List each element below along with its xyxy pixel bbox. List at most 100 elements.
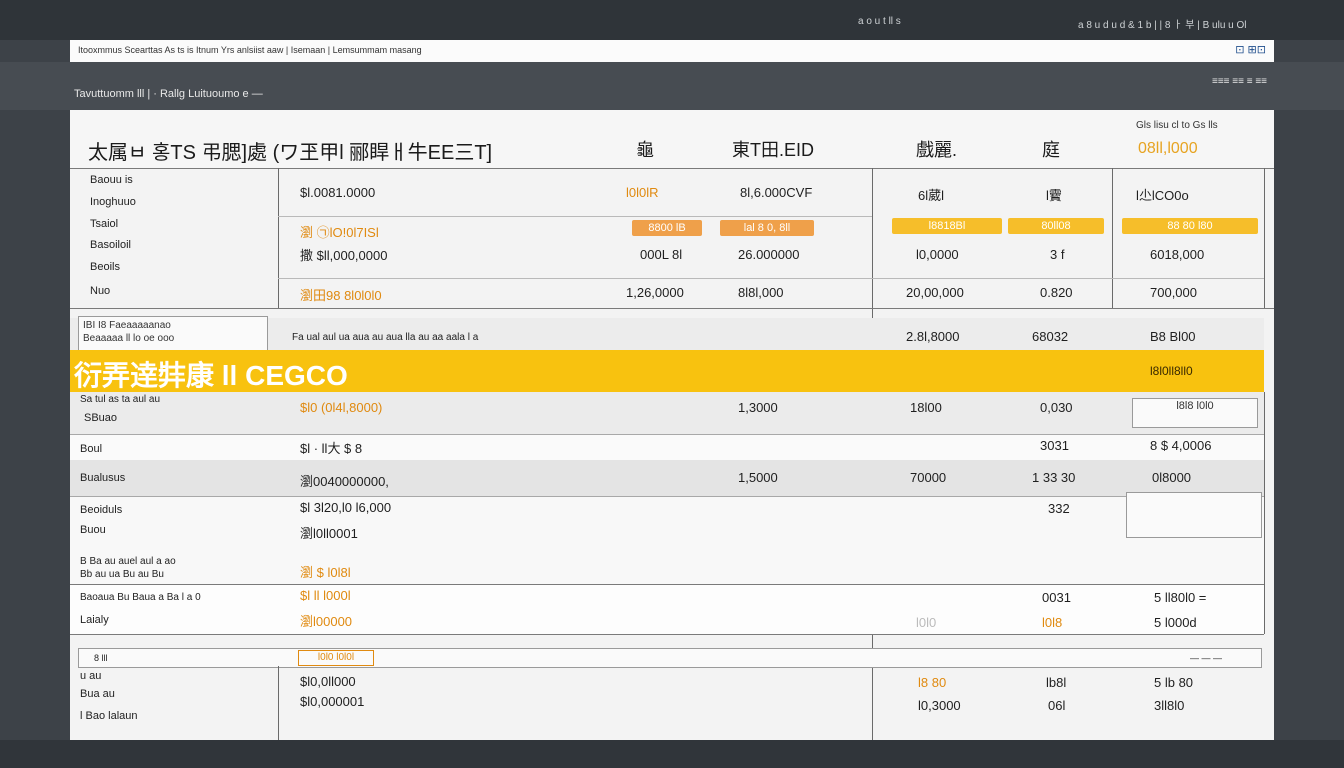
table-cell[interactable]: l0,0000: [916, 247, 959, 262]
table-cell[interactable]: 8 $ 4,0006: [1150, 438, 1211, 453]
table-cell[interactable]: 0l8000: [1152, 470, 1191, 485]
table-cell[interactable]: 70000: [910, 470, 946, 485]
table-cell[interactable]: $l 3l20,l0 l6,000: [300, 500, 391, 515]
table-cell[interactable]: l0l8: [1042, 615, 1062, 630]
table-cell[interactable]: 3 f: [1050, 247, 1064, 262]
row-label: Bua au: [80, 688, 115, 700]
divider: [1112, 168, 1113, 308]
table-cell[interactable]: 1,5000: [738, 470, 778, 485]
table-cell[interactable]: 18l00: [910, 400, 942, 415]
row-label: SBuao: [84, 412, 118, 424]
box-value: l8l8 l0l0: [1176, 400, 1214, 412]
row-background: [70, 584, 1264, 634]
divider: [70, 168, 1274, 169]
value-box[interactable]: l8l8 l0l0: [1132, 398, 1258, 428]
banner-title: 衍弄逹弉康 ll CEGCO: [74, 360, 348, 391]
table-cell[interactable]: 1,26,0000: [626, 285, 684, 300]
table-cell[interactable]: 1 33 30: [1032, 470, 1075, 485]
column-header-3[interactable]: 戲麗.: [916, 136, 957, 162]
table-cell[interactable]: $l0,000001: [300, 694, 364, 709]
table-cell[interactable]: 5 ll80l0 =: [1154, 590, 1206, 605]
row-label: B Ba au auel aul a ao: [80, 556, 176, 567]
column-header-1[interactable]: 龜: [636, 136, 654, 162]
table-cell[interactable]: 68032: [1032, 329, 1068, 344]
footer-band: [0, 740, 1344, 768]
table-cell[interactable]: 瀏 $ l0l8l: [300, 562, 351, 581]
table-cell[interactable]: 6l葳l: [918, 185, 944, 204]
row-label: Basoiloil: [90, 239, 131, 251]
table-cell[interactable]: 1,3000: [738, 400, 778, 415]
row-label: Beoils: [90, 261, 120, 273]
column-header-4[interactable]: 庭: [1042, 136, 1060, 162]
table-cell[interactable]: 瀏l0ll0001: [300, 523, 358, 542]
table-cell[interactable]: l靌: [1046, 185, 1062, 204]
table-cell[interactable]: 0031: [1042, 590, 1071, 605]
status-badge[interactable]: lal 8 0, 8ll: [720, 220, 814, 236]
subtotal-bar[interactable]: [78, 648, 1262, 668]
table-cell[interactable]: 瀏0040000000,: [300, 471, 389, 490]
table-cell[interactable]: 06l: [1048, 698, 1065, 713]
address-text[interactable]: Itooxmmus Scearttas As ts is Itnum Yrs a…: [78, 45, 422, 55]
row-label: l Bao lalaun: [80, 710, 138, 722]
banner-value: l8l0ll8ll0: [1150, 364, 1193, 378]
table-cell[interactable]: 5 lb 80: [1154, 675, 1193, 690]
table-cell[interactable]: $l0,0ll000: [300, 674, 356, 689]
status-badge[interactable]: 88 80 l80: [1122, 218, 1258, 234]
table-cell[interactable]: 瀏l00000: [300, 611, 352, 630]
table-cell[interactable]: 6018,000: [1150, 247, 1204, 262]
row-label: Baoaua Bu Baua a Ba l a 0: [80, 592, 201, 603]
status-badge[interactable]: 8800 lB: [632, 220, 702, 236]
table-cell[interactable]: l0l0: [916, 615, 936, 630]
table-cell[interactable]: 瀏 ㉠lO!0l7ISl: [300, 222, 379, 241]
window-controls-icon[interactable]: ⊡ ⊞⊡: [1235, 43, 1266, 56]
status-badge[interactable]: 80ll08: [1008, 218, 1104, 234]
table-cell[interactable]: 8l8l,000: [738, 285, 784, 300]
table-cell[interactable]: 3ll8l0: [1154, 698, 1184, 713]
row-label: Beoiduls: [80, 504, 123, 516]
table-cell[interactable]: 26.000000: [738, 247, 799, 262]
table-cell[interactable]: 20,00,000: [906, 285, 964, 300]
table-cell[interactable]: $l0 (0l4l,8000): [300, 400, 382, 415]
table-cell[interactable]: 332: [1048, 501, 1070, 516]
page-title: 太属ㅂ 홍TS 弔腮]處 (ワ玊甲l 郦睅ㅐ牛EЕ三T]: [88, 142, 493, 164]
table-cell[interactable]: l8 80: [918, 675, 946, 690]
table-cell[interactable]: lb8l: [1046, 675, 1066, 690]
subtotal-right: — — —: [1190, 653, 1223, 663]
table-cell[interactable]: l尐lCO0o: [1136, 185, 1189, 204]
decorative-stamp-box: [1126, 492, 1262, 538]
table-title-row: 太属ㅂ 홍TS 弔腮]處 (ワ玊甲l 郦睅ㅐ牛EЕ三T] 龜 東T田.EID 戲…: [70, 110, 1274, 168]
table-cell[interactable]: 撒 $ll,000,0000: [300, 245, 387, 264]
status-badge[interactable]: l8818Bl: [892, 218, 1002, 234]
section-header-text: Fa ual aul ua aua au aua lla au aa aala …: [292, 332, 479, 343]
table-cell[interactable]: 000L 8l: [640, 247, 682, 262]
table-cell[interactable]: l0l0lR: [626, 185, 659, 200]
table-cell[interactable]: $l · ll大 $ 8: [300, 438, 362, 457]
page-header: Tavuttuomm lll | · Rallg Luituoumo e — ≡…: [0, 62, 1344, 110]
table-cell[interactable]: B8 Bl00: [1150, 329, 1196, 344]
table-cell[interactable]: l0,3000: [918, 698, 961, 713]
main-table-panel: 太属ㅂ 홍TS 弔腮]處 (ワ玊甲l 郦睅ㅐ牛EЕ三T] 龜 東T田.EID 戲…: [70, 110, 1274, 740]
table-cell[interactable]: 8l,6.000CVF: [740, 185, 812, 200]
row-label: Buou: [80, 524, 106, 536]
row-label: Tsaiol: [90, 218, 119, 230]
table-cell[interactable]: $l.0081.0000: [300, 185, 375, 200]
column-header-2[interactable]: 東T田.EID: [732, 136, 814, 162]
menu-icon[interactable]: ≡≡≡ ≡≡ ≡ ≡≡: [1212, 76, 1267, 88]
subtotal-badge[interactable]: l0l0 l0l0l: [298, 650, 374, 666]
table-cell[interactable]: 瀏田98 8l0l0l0: [300, 285, 382, 304]
subtotal-label: 8 lll: [94, 653, 108, 663]
table-cell[interactable]: 5 l000d: [1154, 615, 1197, 630]
table-cell[interactable]: 0.820: [1040, 285, 1073, 300]
system-top-strip: a o u t ll s a 8 u d u d & 1 b | | 8 ㅏ 부…: [0, 0, 1344, 40]
row-label: Inoghuuo: [90, 196, 136, 208]
row-label: Baouu is: [90, 174, 133, 186]
browser-address-bar[interactable]: Itooxmmus Scearttas As ts is Itnum Yrs a…: [70, 40, 1274, 63]
table-cell[interactable]: 3031: [1040, 438, 1069, 453]
divider: [1264, 168, 1265, 308]
table-cell[interactable]: 2.8l,8000: [906, 329, 960, 344]
table-cell[interactable]: 700,000: [1150, 285, 1197, 300]
table-cell[interactable]: 0,030: [1040, 400, 1073, 415]
highlight-banner[interactable]: 衍弄逹弉康 ll CEGCO l8l0ll8ll0: [70, 350, 1264, 392]
breadcrumb[interactable]: Tavuttuomm lll | · Rallg Luituoumo e —: [74, 88, 263, 100]
table-cell[interactable]: $l ll l000l: [300, 588, 351, 603]
